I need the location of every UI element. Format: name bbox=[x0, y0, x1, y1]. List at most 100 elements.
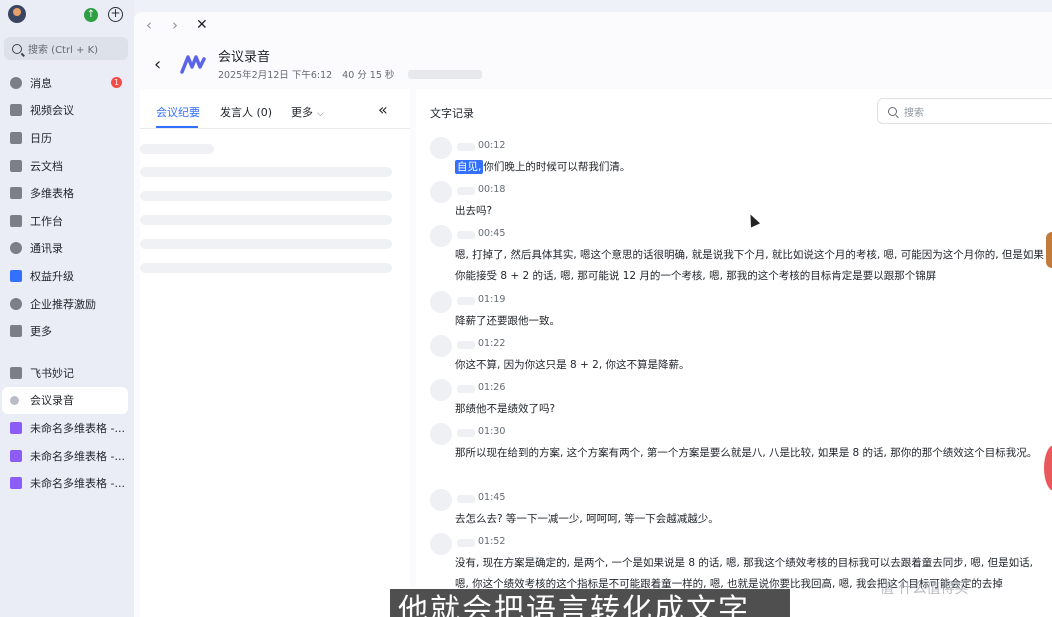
speaker-name-blurred bbox=[457, 231, 475, 239]
recording-header: ‹ 会议录音 2025年2月12日 下午6:12 40 分 15 秒 bbox=[134, 40, 1052, 96]
speaker-name-blurred bbox=[457, 187, 475, 195]
page-title: 会议录音 bbox=[218, 50, 271, 65]
sidebar-item-base-file[interactable]: 未命名多维表格 -... bbox=[0, 442, 134, 470]
notes-panel: 会议纪要 发言人 (0) 更多 ⌵ « bbox=[140, 89, 410, 617]
tab-meeting-notes[interactable]: 会议纪要 bbox=[156, 104, 200, 120]
back-arrow-icon[interactable]: ‹ bbox=[154, 54, 161, 75]
nav-back-icon[interactable]: ‹ bbox=[146, 16, 152, 34]
minutes-icon bbox=[10, 366, 22, 379]
double-chevron-left-icon[interactable]: « bbox=[378, 100, 388, 119]
search-icon bbox=[12, 43, 22, 54]
loading-placeholder bbox=[140, 263, 392, 273]
add-icon[interactable]: + bbox=[108, 7, 123, 22]
sidebar-item-base-file[interactable]: 未命名多维表格 -... bbox=[0, 414, 134, 442]
segment-timestamp[interactable]: 01:26 bbox=[478, 382, 505, 393]
transcript-search-input[interactable]: 搜索 bbox=[877, 98, 1052, 124]
segment-text[interactable]: 降薪了还要跟他一致。 bbox=[455, 311, 1050, 332]
segment-timestamp[interactable]: 01:19 bbox=[478, 294, 505, 305]
calendar-icon bbox=[10, 131, 22, 144]
sidebar-item-label: 飞书妙记 bbox=[30, 366, 74, 380]
sidebar-item-calendar[interactable]: 日历 bbox=[0, 124, 134, 152]
sidebar-item-minutes[interactable]: 飞书妙记 bbox=[0, 359, 134, 387]
contacts-icon bbox=[10, 242, 22, 255]
sidebar-item-label: 云文档 bbox=[30, 159, 63, 173]
base-icon bbox=[10, 421, 22, 434]
speaker-name-blurred bbox=[457, 297, 475, 305]
segment-text[interactable]: 去怎么去? 等一下一减一少, 呵呵呵, 等一下会越减越少。 bbox=[455, 509, 1050, 530]
speaker-avatar bbox=[430, 379, 452, 401]
speaker-avatar bbox=[430, 225, 452, 247]
sidebar-item-messages[interactable]: 消息 1 bbox=[0, 69, 134, 97]
floating-widget[interactable] bbox=[1046, 232, 1052, 268]
sidebar-item-upgrade[interactable]: 权益升级 bbox=[0, 262, 134, 290]
upgrade-icon bbox=[10, 269, 22, 282]
sidebar-item-label: 企业推荐激励 bbox=[30, 297, 96, 311]
docs-icon bbox=[10, 159, 22, 172]
speaker-avatar bbox=[430, 137, 452, 159]
sidebar-item-label: 日历 bbox=[30, 131, 52, 145]
speaker-name-blurred bbox=[457, 385, 475, 393]
upload-icon[interactable]: ↑ bbox=[84, 8, 98, 22]
close-icon[interactable]: ✕ bbox=[196, 17, 208, 33]
segment-timestamp[interactable]: 01:22 bbox=[478, 338, 505, 349]
sidebar-item-docs[interactable]: 云文档 bbox=[0, 152, 134, 180]
segment-timestamp[interactable]: 01:30 bbox=[478, 426, 505, 437]
sidebar-item-workplace[interactable]: 工作台 bbox=[0, 207, 134, 235]
video-icon bbox=[10, 104, 22, 117]
base-icon bbox=[10, 477, 22, 490]
recording-date: 2025年2月12日 下午6:12 bbox=[218, 70, 333, 81]
sidebar-item-recording[interactable]: 会议录音 bbox=[2, 386, 128, 415]
nav-forward-icon[interactable]: › bbox=[172, 16, 178, 34]
segment-text[interactable]: 自见, 你们晚上的时候可以帮我们清。 bbox=[455, 157, 1050, 178]
tab-speakers[interactable]: 发言人 (0) bbox=[220, 104, 272, 120]
sidebar-pinned: 飞书妙记 会议录音 未命名多维表格 -... 未命名多维表格 -... 未命名多… bbox=[0, 359, 134, 497]
avatar[interactable] bbox=[8, 5, 26, 23]
segment-text[interactable]: 你这不算, 因为你这只是 8 + 2, 你这不算是降薪。 bbox=[455, 355, 1050, 376]
segment-timestamp[interactable]: 01:52 bbox=[478, 536, 505, 547]
sidebar-top: ↑ + bbox=[0, 0, 134, 32]
sidebar-item-label: 未命名多维表格 -... bbox=[30, 477, 125, 491]
sidebar-item-label: 视频会议 bbox=[30, 104, 74, 118]
transcript-panel: 文字记录 搜索 00:12 自见, 你们晚上的时候可以帮我们清。 00:18 出去… bbox=[416, 89, 1052, 617]
referral-icon bbox=[10, 297, 22, 310]
segment-timestamp[interactable]: 00:18 bbox=[478, 184, 505, 195]
window-toolbar: ‹ › ✕ bbox=[134, 12, 1052, 40]
transcript-search-placeholder: 搜索 bbox=[904, 107, 924, 119]
sidebar-item-referral[interactable]: 企业推荐激励 bbox=[0, 290, 134, 318]
base-icon bbox=[10, 449, 22, 462]
sidebar-item-base[interactable]: 多维表格 bbox=[0, 179, 134, 207]
sidebar-item-label: 未命名多维表格 -... bbox=[30, 421, 125, 435]
main-window: ‹ › ✕ ‹ 会议录音 2025年2月12日 下午6:12 40 分 15 秒… bbox=[134, 12, 1052, 617]
sidebar-item-label: 工作台 bbox=[30, 214, 63, 228]
sidebar-item-label: 多维表格 bbox=[30, 187, 74, 201]
segment-text[interactable]: 那绩他不是绩效了吗? bbox=[455, 399, 1050, 420]
speaker-name-blurred bbox=[457, 429, 475, 437]
segment-timestamp[interactable]: 00:45 bbox=[478, 228, 505, 239]
base-icon bbox=[10, 187, 22, 200]
recording-icon bbox=[10, 395, 19, 405]
loading-placeholder bbox=[140, 167, 392, 177]
segment-timestamp[interactable]: 00:12 bbox=[478, 140, 505, 151]
speaker-name-blurred bbox=[457, 495, 475, 503]
sidebar-item-video-meeting[interactable]: 视频会议 bbox=[0, 97, 134, 125]
sidebar-item-base-file[interactable]: 未命名多维表格 -... bbox=[0, 469, 134, 497]
sidebar-item-label: 通讯录 bbox=[30, 242, 63, 256]
segment-text[interactable]: 嗯, 打掉了, 然后具体其实, 嗯这个意思的话很明确, 就是说我下个月, 就比如… bbox=[455, 245, 1050, 287]
tab-more-label: 更多 bbox=[291, 106, 313, 119]
tab-more[interactable]: 更多 ⌵ bbox=[291, 104, 324, 120]
chat-icon bbox=[10, 76, 22, 89]
loading-placeholder bbox=[140, 239, 392, 249]
speaker-name-blurred bbox=[457, 341, 475, 349]
segment-timestamp[interactable]: 01:45 bbox=[478, 492, 505, 503]
unread-badge: 1 bbox=[111, 77, 122, 89]
speaker-avatar bbox=[430, 335, 452, 357]
sidebar: ↑ + 搜索 (Ctrl + K) 消息 1 视频会议 日历 云文档 多维表格 bbox=[0, 0, 134, 617]
segment-text[interactable]: 那所以现在给到的方案, 这个方案有两个, 第一个方案是要么就是八, 八是比较, … bbox=[455, 443, 1050, 485]
speaker-name-blurred bbox=[457, 539, 475, 547]
sidebar-search-input[interactable]: 搜索 (Ctrl + K) bbox=[4, 37, 128, 60]
sidebar-item-more[interactable]: 更多 bbox=[0, 317, 134, 345]
speaker-avatar bbox=[430, 423, 452, 445]
speaker-name-blurred bbox=[457, 143, 475, 151]
sidebar-item-contacts[interactable]: 通讯录 bbox=[0, 235, 134, 263]
workplace-icon bbox=[10, 214, 22, 227]
